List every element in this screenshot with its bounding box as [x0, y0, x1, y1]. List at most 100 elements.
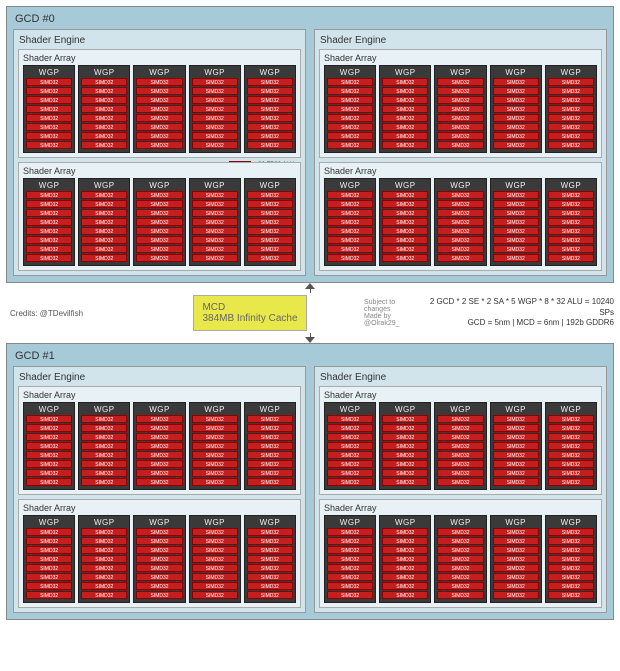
simd32-unit: SIMD32 [327, 415, 373, 423]
simd32-unit: SIMD32 [493, 451, 539, 459]
wgp-label: WGP [192, 181, 238, 191]
wgp-label: WGP [247, 181, 293, 191]
simd32-unit: SIMD32 [136, 433, 182, 441]
simd32-unit: SIMD32 [136, 114, 182, 122]
wgp: WGPSIMD32SIMD32SIMD32SIMD32SIMD32SIMD32S… [545, 402, 597, 490]
wgp-label: WGP [81, 68, 127, 78]
wgp-label: WGP [136, 181, 182, 191]
simd32-unit: SIMD32 [247, 564, 293, 572]
simd32-unit: SIMD32 [493, 460, 539, 468]
simd32-unit: SIMD32 [327, 87, 373, 95]
simd32-unit: SIMD32 [493, 433, 539, 441]
simd32-unit: SIMD32 [327, 105, 373, 113]
wgp: WGPSIMD32SIMD32SIMD32SIMD32SIMD32SIMD32S… [133, 178, 185, 266]
wgp-row: WGPSIMD32SIMD32SIMD32SIMD32SIMD32SIMD32S… [23, 515, 296, 603]
simd32-unit: SIMD32 [247, 469, 293, 477]
shader-engine: Shader EngineShader ArrayWGPSIMD32SIMD32… [314, 29, 607, 276]
simd32-unit: SIMD32 [437, 415, 483, 423]
shader-engine: Shader EngineShader ArrayWGPSIMD32SIMD32… [13, 366, 306, 613]
simd32-unit: SIMD32 [548, 114, 594, 122]
simd32-unit: SIMD32 [81, 141, 127, 149]
wgp-label: WGP [26, 518, 72, 528]
shader-array-label: Shader Array [324, 166, 597, 178]
wgp: WGPSIMD32SIMD32SIMD32SIMD32SIMD32SIMD32S… [490, 65, 542, 153]
simd32-unit: SIMD32 [136, 132, 182, 140]
simd32-unit: SIMD32 [327, 141, 373, 149]
simd32-unit: SIMD32 [437, 87, 483, 95]
simd32-unit: SIMD32 [327, 209, 373, 217]
wgp-label: WGP [382, 68, 428, 78]
simd32-unit: SIMD32 [548, 87, 594, 95]
wgp: WGPSIMD32SIMD32SIMD32SIMD32SIMD32SIMD32S… [244, 65, 296, 153]
simd32-unit: SIMD32 [548, 245, 594, 253]
shader-array: Shader ArrayWGPSIMD32SIMD32SIMD32SIMD32S… [319, 162, 602, 271]
simd32-unit: SIMD32 [437, 460, 483, 468]
simd32-unit: SIMD32 [548, 460, 594, 468]
connector-top [6, 283, 614, 293]
simd32-unit: SIMD32 [26, 478, 72, 486]
wgp: WGPSIMD32SIMD32SIMD32SIMD32SIMD32SIMD32S… [379, 515, 431, 603]
simd32-unit: SIMD32 [192, 209, 238, 217]
simd32-unit: SIMD32 [327, 564, 373, 572]
shader-array: Shader ArrayWGPSIMD32SIMD32SIMD32SIMD32S… [18, 49, 301, 158]
simd32-unit: SIMD32 [327, 528, 373, 536]
simd32-unit: SIMD32 [136, 460, 182, 468]
simd32-unit: SIMD32 [382, 582, 428, 590]
simd32-unit: SIMD32 [136, 105, 182, 113]
simd32-unit: SIMD32 [192, 114, 238, 122]
simd32-unit: SIMD32 [382, 218, 428, 226]
wgp: WGPSIMD32SIMD32SIMD32SIMD32SIMD32SIMD32S… [490, 515, 542, 603]
simd32-unit: SIMD32 [192, 227, 238, 235]
simd32-unit: SIMD32 [81, 478, 127, 486]
wgp: WGPSIMD32SIMD32SIMD32SIMD32SIMD32SIMD32S… [379, 178, 431, 266]
simd32-unit: SIMD32 [136, 78, 182, 86]
notes-wrap: Subject to changesMade by @Olrak29_2 GCD… [364, 297, 614, 328]
simd32-unit: SIMD32 [382, 254, 428, 262]
wgp: WGPSIMD32SIMD32SIMD32SIMD32SIMD32SIMD32S… [78, 65, 130, 153]
wgp: WGPSIMD32SIMD32SIMD32SIMD32SIMD32SIMD32S… [434, 515, 486, 603]
wgp: WGPSIMD32SIMD32SIMD32SIMD32SIMD32SIMD32S… [23, 515, 75, 603]
simd32-unit: SIMD32 [437, 537, 483, 545]
simd32-unit: SIMD32 [26, 528, 72, 536]
simd32-unit: SIMD32 [548, 105, 594, 113]
wgp: WGPSIMD32SIMD32SIMD32SIMD32SIMD32SIMD32S… [244, 178, 296, 266]
simd32-unit: SIMD32 [247, 141, 293, 149]
simd32-unit: SIMD32 [192, 564, 238, 572]
wgp: WGPSIMD32SIMD32SIMD32SIMD32SIMD32SIMD32S… [545, 178, 597, 266]
simd32-unit: SIMD32 [327, 424, 373, 432]
simd32-unit: SIMD32 [192, 218, 238, 226]
simd32-unit: SIMD32 [327, 114, 373, 122]
simd32-unit: SIMD32 [247, 114, 293, 122]
shader-array-label: Shader Array [23, 53, 296, 65]
simd32-unit: SIMD32 [81, 96, 127, 104]
simd32-unit: SIMD32 [81, 591, 127, 599]
simd32-unit: SIMD32 [437, 218, 483, 226]
simd32-unit: SIMD32 [437, 424, 483, 432]
simd32-unit: SIMD32 [81, 573, 127, 581]
wgp-label: WGP [26, 181, 72, 191]
simd32-unit: SIMD32 [327, 254, 373, 262]
wgp: WGPSIMD32SIMD32SIMD32SIMD32SIMD32SIMD32S… [23, 402, 75, 490]
simd32-unit: SIMD32 [136, 573, 182, 581]
simd32-unit: SIMD32 [382, 442, 428, 450]
simd32-unit: SIMD32 [192, 96, 238, 104]
simd32-unit: SIMD32 [493, 123, 539, 131]
simd32-unit: SIMD32 [327, 191, 373, 199]
simd32-unit: SIMD32 [136, 591, 182, 599]
wgp: WGPSIMD32SIMD32SIMD32SIMD32SIMD32SIMD32S… [244, 515, 296, 603]
simd32-unit: SIMD32 [493, 78, 539, 86]
shader-engine-row: Shader EngineShader ArrayWGPSIMD32SIMD32… [13, 366, 607, 613]
mcd-block: MCD384MB Infinity Cache [193, 295, 306, 331]
simd32-unit: SIMD32 [26, 191, 72, 199]
shader-array: Shader ArrayWGPSIMD32SIMD32SIMD32SIMD32S… [319, 386, 602, 495]
wgp: WGPSIMD32SIMD32SIMD32SIMD32SIMD32SIMD32S… [324, 515, 376, 603]
simd32-unit: SIMD32 [493, 254, 539, 262]
simd32-unit: SIMD32 [493, 105, 539, 113]
simd32-unit: SIMD32 [382, 424, 428, 432]
simd32-unit: SIMD32 [437, 78, 483, 86]
simd32-unit: SIMD32 [26, 78, 72, 86]
simd32-unit: SIMD32 [437, 200, 483, 208]
simd32-unit: SIMD32 [192, 123, 238, 131]
simd32-unit: SIMD32 [548, 218, 594, 226]
simd32-unit: SIMD32 [437, 245, 483, 253]
